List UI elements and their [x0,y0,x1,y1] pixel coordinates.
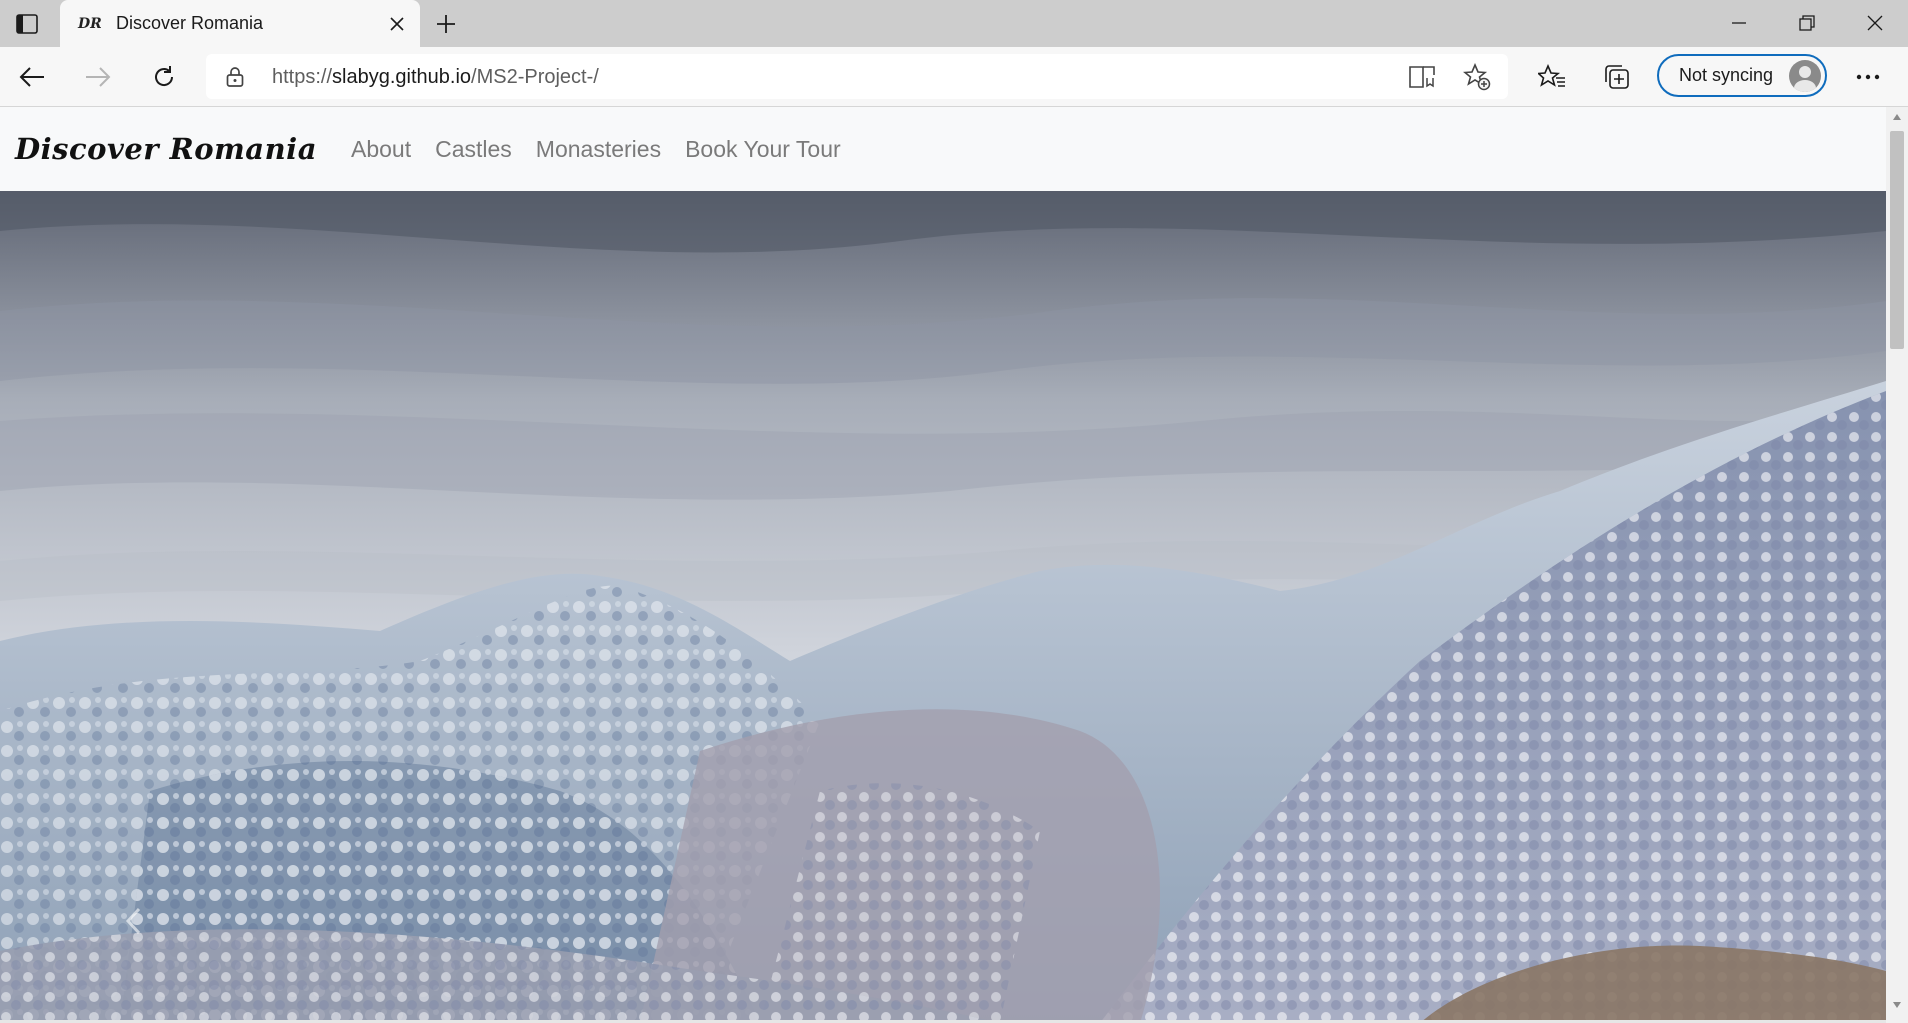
lock-icon[interactable] [226,66,244,93]
refresh-icon[interactable] [146,59,182,95]
address-bar[interactable]: https://slabyg.github.io/MS2-Project-/ [206,54,1508,99]
hero-carousel-image [0,191,1886,1023]
page-viewport: Discover Romania About Castles Monasteri… [0,107,1886,1023]
nav-link-monasteries[interactable]: Monasteries [536,136,661,163]
url-text: https://slabyg.github.io/MS2-Project-/ [272,66,599,88]
site-brand[interactable]: Discover Romania [15,132,317,166]
nav-link-castles[interactable]: Castles [435,136,512,163]
scroll-down-icon[interactable] [1886,1001,1908,1015]
favorites-icon[interactable] [1534,59,1570,95]
browser-toolbar: https://slabyg.github.io/MS2-Project-/ N… [0,47,1908,107]
collections-icon[interactable] [1599,59,1635,95]
carousel-prev-icon[interactable] [118,901,148,941]
snowy-mountains-image [0,191,1886,1023]
nav-link-book-tour[interactable]: Book Your Tour [685,136,841,163]
tab-strip: DR Discover Romania [0,0,1908,47]
nav-link-about[interactable]: About [351,136,411,163]
scroll-up-icon[interactable] [1886,113,1908,127]
site-navbar: Discover Romania About Castles Monasteri… [0,107,1886,191]
add-favorite-icon[interactable] [1462,62,1492,92]
tab-actions-icon[interactable] [10,10,44,38]
plus-icon[interactable] [432,10,460,38]
browser-tab[interactable]: DR Discover Romania [60,0,420,47]
tab-title: Discover Romania [116,13,264,33]
page-scrollbar[interactable] [1886,107,1908,1023]
scrollbar-thumb[interactable] [1890,131,1904,349]
profile-sync-button[interactable]: Not syncing [1657,54,1827,97]
minimize-icon[interactable] [1722,6,1756,40]
restore-icon[interactable] [1790,6,1824,40]
more-icon[interactable] [1850,59,1886,95]
favicon-icon: DR [78,15,102,32]
forward-arrow-icon[interactable] [80,59,116,95]
window-close-icon[interactable] [1858,6,1892,40]
close-icon[interactable] [384,11,410,37]
back-arrow-icon[interactable] [14,59,50,95]
read-aloud-icon[interactable] [1408,62,1438,92]
avatar-icon [1789,59,1821,92]
sync-status-label: Not syncing [1679,65,1774,85]
